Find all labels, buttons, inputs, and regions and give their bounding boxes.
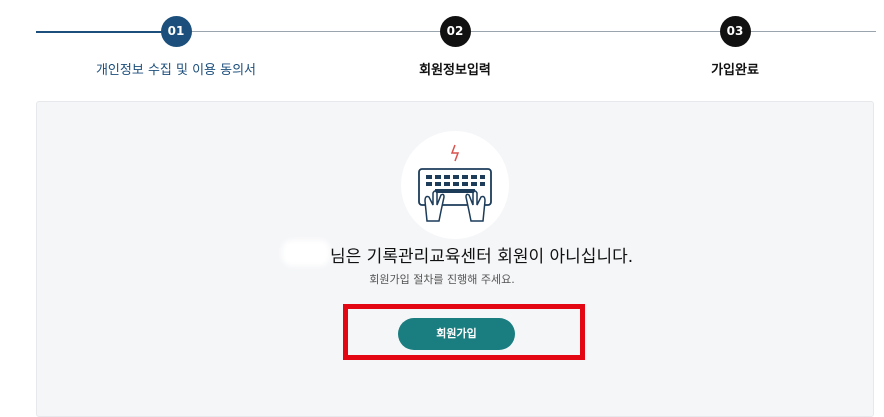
- step-3-label: 가입완료: [711, 63, 759, 78]
- step-2: 02 회원정보입력: [345, 16, 565, 78]
- signup-instruction: 회원가입 절차를 진행해 주세요.: [369, 273, 515, 286]
- not-member-message: 님은 기록관리교육센터 회원이 아니십니다.: [330, 247, 634, 267]
- step-1-number: 01: [160, 16, 192, 47]
- step-1-label: 개인정보 수집 및 이용 동의서: [95, 63, 257, 78]
- join-button[interactable]: 회원가입: [398, 318, 515, 350]
- step-2-number: 02: [439, 16, 471, 47]
- keyboard-typing-illustration: [418, 144, 492, 222]
- keyboard-typing-icon: [401, 131, 509, 239]
- step-2-label: 회원정보입력: [419, 63, 491, 78]
- user-name-blurred: [282, 240, 330, 266]
- step-3: 03 가입완료: [625, 16, 845, 78]
- step-3-number: 03: [719, 16, 751, 47]
- step-1: 01 개인정보 수집 및 이용 동의서: [66, 16, 286, 78]
